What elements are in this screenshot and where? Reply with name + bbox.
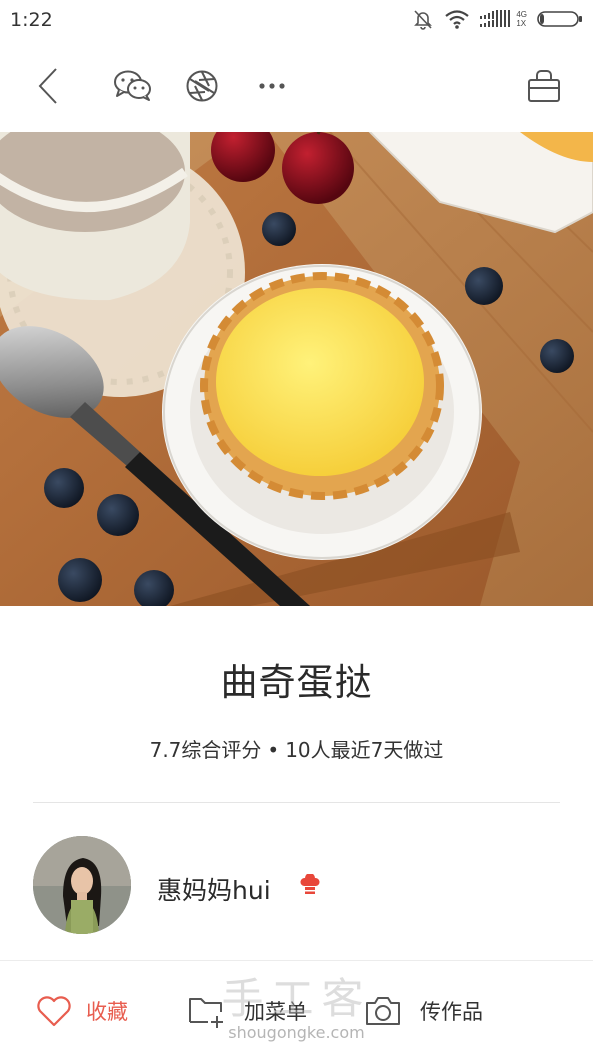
wifi-icon [445,10,470,29]
author-name[interactable]: 惠妈妈hui [157,871,271,907]
moments-icon [186,70,218,102]
back-button[interactable] [26,64,70,108]
camera-icon [366,997,400,1025]
recipe-hero-image [0,132,593,606]
recipe-meta: 7.7综合评分 • 10人最近7天做过 [0,734,593,763]
upload-work-label: 传作品 [420,1000,483,1024]
author-row[interactable]: 惠妈妈hui [33,836,560,936]
network-type-top: 4G [516,10,527,19]
more-icon [259,83,285,89]
bottom-action-bar: 收藏 加菜单 传作品 [0,960,593,1055]
avatar-photo [33,836,131,934]
rating-text: 7.7综合评分 [149,738,262,762]
network-type: 4G 1X [516,10,527,28]
favorite-label: 收藏 [86,1000,128,1024]
folder-add-icon [189,998,223,1028]
favorite-button[interactable]: 收藏 [36,991,128,1031]
status-icons: 4G 1X [412,8,583,30]
section-divider [33,802,560,803]
mute-bell-icon [414,10,433,30]
meta-separator: • [267,738,280,762]
upload-work-button[interactable]: 传作品 [364,991,483,1031]
chevron-left-icon [38,68,57,104]
network-type-bottom: 1X [516,19,527,28]
chef-hat-icon [300,874,320,894]
heart-icon [37,996,71,1027]
more-button[interactable] [250,64,294,108]
status-bar: 1:22 4G 1X [0,0,593,40]
basket-button[interactable] [522,64,566,108]
shopping-basket-icon [528,70,560,102]
share-moments-button[interactable] [180,64,224,108]
author-avatar[interactable] [33,836,131,934]
recipe-title: 曲奇蛋挞 [220,661,373,704]
battery-icon [537,11,582,27]
recent-count-text: 10人最近7天做过 [285,738,444,762]
share-wechat-button[interactable] [111,64,155,108]
signal-icon [480,10,511,27]
wechat-icon [114,70,151,101]
status-time: 1:22 [10,9,53,31]
add-to-menu-button[interactable]: 加菜单 [188,991,307,1031]
egg-tart-photo [0,132,593,606]
add-to-menu-label: 加菜单 [244,1000,307,1024]
top-toolbar [0,48,593,124]
